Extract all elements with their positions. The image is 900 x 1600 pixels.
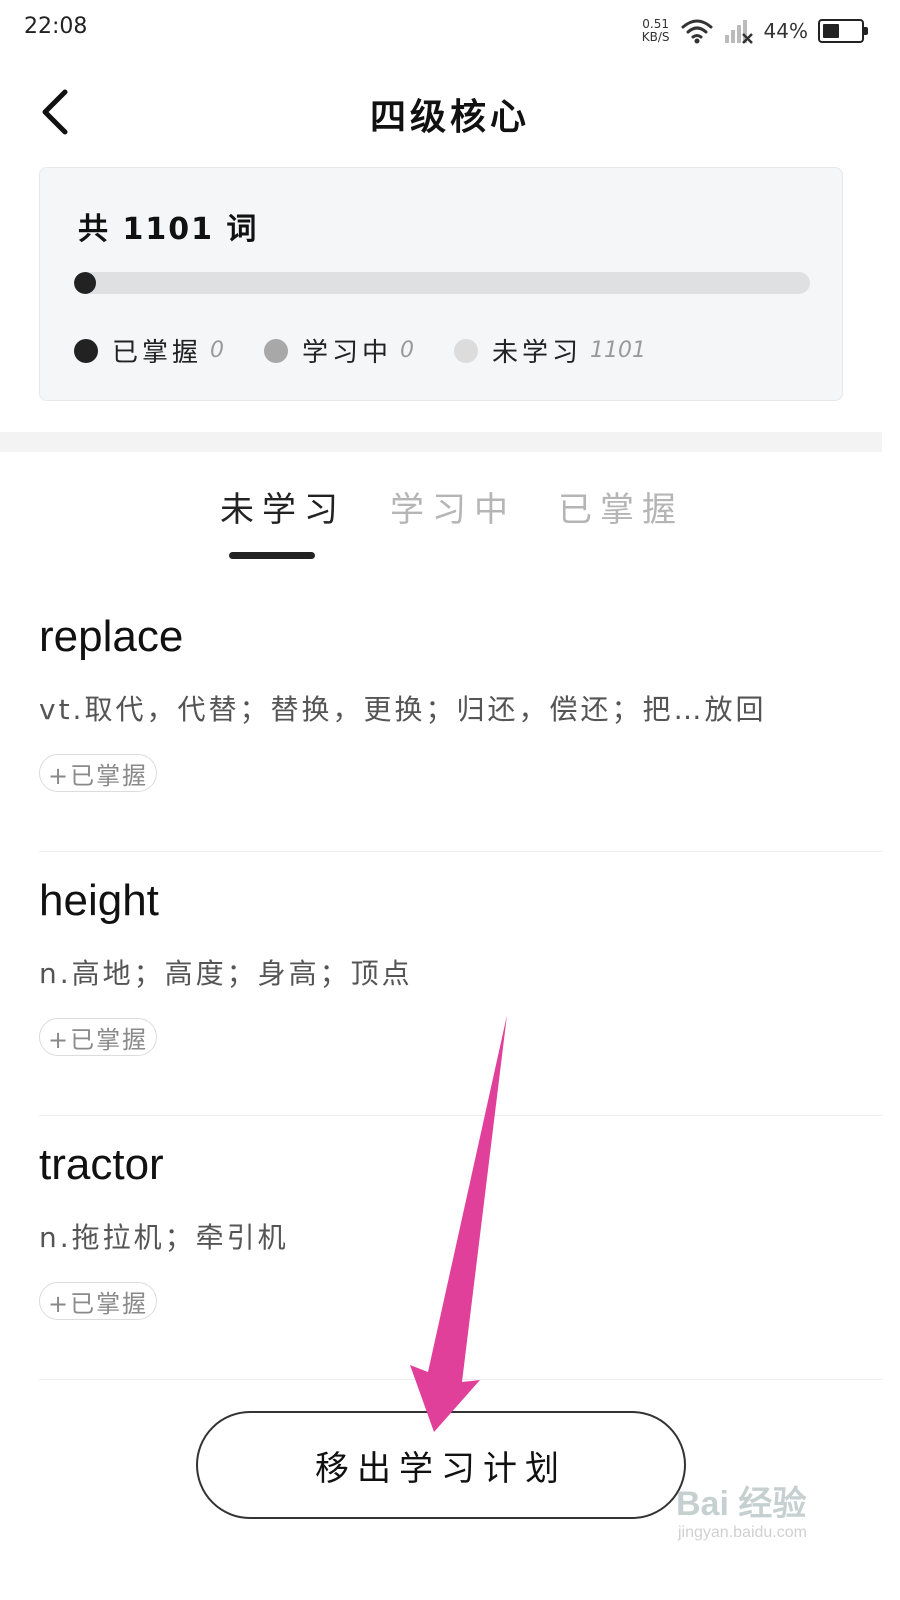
header: 四级核心 [0,70,900,154]
word-meaning: vt.取代，代替；替换，更换；归还，偿还；把…放回 [39,693,767,726]
legend-dot-unlearned [454,338,479,363]
tab-mastered[interactable]: 已掌握 [558,482,684,531]
status-bar: 22:08 0.51 KB/S 44% [0,0,900,62]
word-list-item[interactable]: height n.高地；高度；身高；顶点 +已掌握 [39,852,882,1116]
battery-icon [818,19,868,43]
page-title: 四级核心 [369,97,530,138]
legend-dot-learning [264,338,289,363]
word-list-item[interactable]: tractor n.拖拉机；牵引机 +已掌握 [39,1116,882,1380]
word-meaning: n.高地；高度；身高；顶点 [39,957,413,990]
legend-label: 未学习 [492,338,583,368]
word-list-item[interactable]: replace vt.取代，代替；替换，更换；归还，偿还；把…放回 +已掌握 [39,588,882,852]
remove-from-plan-button[interactable]: 移出学习计划 [196,1411,686,1519]
legend-item-learning: 学习中 0 [264,332,414,369]
legend-label: 已掌握 [112,338,203,368]
status-time: 22:08 [24,14,88,39]
legend: 已掌握 0 学习中 0 未学习 1101 [74,332,686,369]
progress-bar-fill [74,272,96,294]
legend-label: 学习中 [302,338,393,368]
cellular-signal-icon [724,20,753,44]
mark-mastered-button[interactable]: +已掌握 [39,1018,158,1056]
watermark: Bai 经验 jingyan.baidu.com [676,1476,846,1556]
speed-unit: KB/S [641,30,670,44]
legend-dot-mastered [74,338,98,363]
battery-level [823,24,839,38]
total-word-count: 共 1101 词 [78,212,259,247]
network-speed: 0.51 KB/S [642,18,670,44]
battery-percent: 44% [763,19,808,43]
word-text: tractor [39,1140,164,1189]
legend-count: 1101 [590,338,647,363]
legend-item-mastered: 已掌握 0 [74,332,224,369]
legend-item-unlearned: 未学习 1101 [454,332,646,369]
legend-count: 0 [400,338,415,363]
mark-mastered-button[interactable]: +已掌握 [39,754,158,792]
progress-bar [74,272,810,294]
active-tab-indicator [229,552,315,559]
summary-card: 共 1101 词 已掌握 0 学习中 0 未学习 1101 [39,167,843,401]
legend-count: 0 [210,338,225,363]
tab-bar: 未学习 学习中 已掌握 [0,470,900,570]
watermark-url: jingyan.baidu.com [678,1524,807,1541]
word-meaning: n.拖拉机；牵引机 [39,1221,289,1254]
word-text: replace [39,612,184,661]
tab-learning[interactable]: 学习中 [390,482,516,531]
mark-mastered-button[interactable]: +已掌握 [39,1282,158,1320]
word-text: height [39,876,159,925]
tab-unlearned[interactable]: 未学习 [220,482,346,531]
wifi-icon [681,19,713,44]
section-divider [0,432,882,452]
status-icons: 0.51 KB/S 44% [642,12,868,50]
watermark-brand: Bai 经验 [676,1485,807,1523]
